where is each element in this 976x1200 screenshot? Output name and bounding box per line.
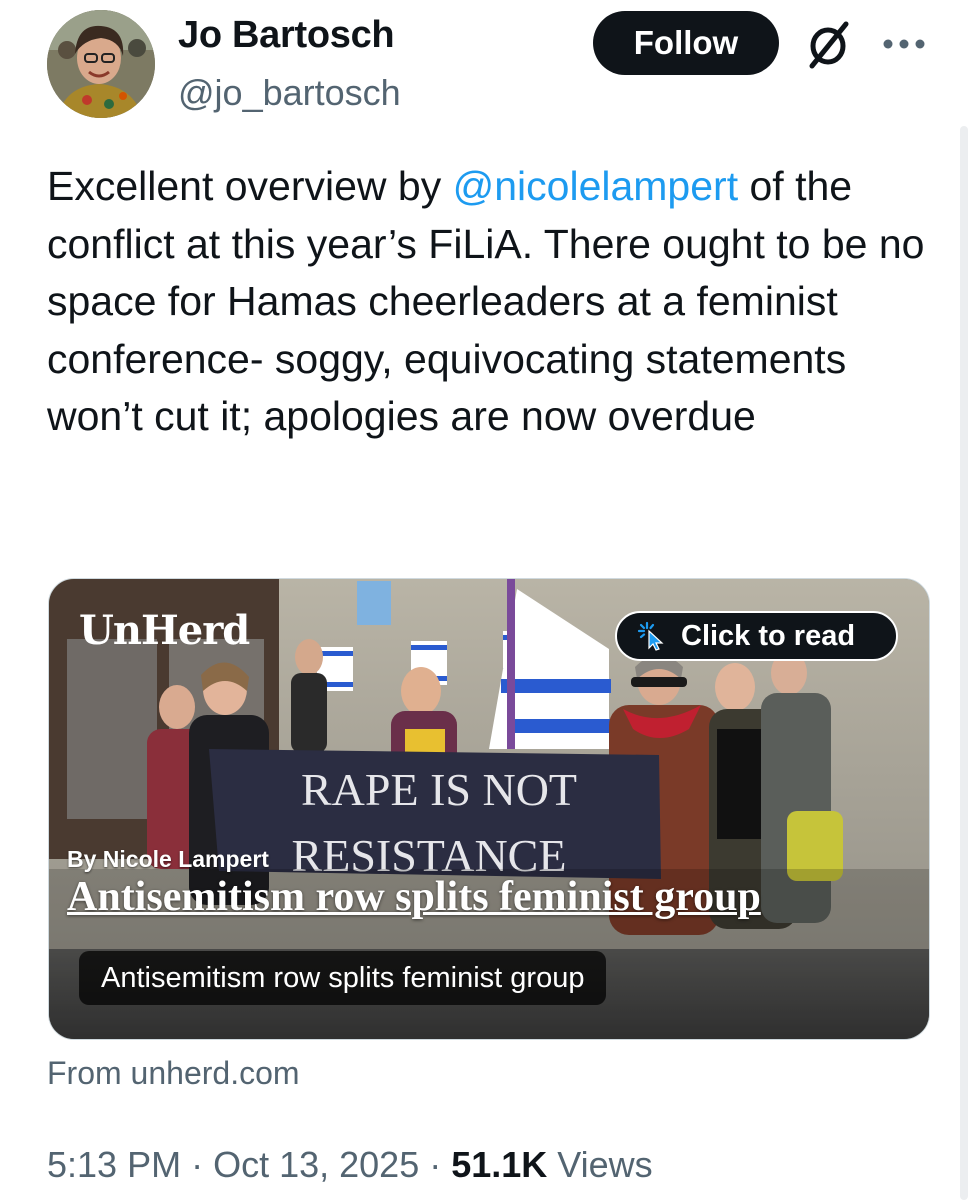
card-domain-link[interactable]: From unherd.com [47,1055,300,1092]
tweet-date[interactable]: Oct 13, 2025 [213,1144,419,1185]
tweet-text: Excellent overview by @nicolelampert of … [47,158,947,446]
tweet-meta: 5:13 PM · Oct 13, 2025 · 51.1K Views [47,1144,653,1186]
link-card[interactable]: RAPE IS NOT RESISTANCE UnHerd Click to r… [48,578,930,1040]
views-count[interactable]: 51.1K [451,1144,547,1185]
grok-icon[interactable] [804,20,856,70]
more-horizontal-icon[interactable] [880,24,928,64]
mention-link[interactable]: @nicolelampert [453,163,738,209]
user-handle[interactable]: @jo_bartosch [178,72,401,114]
meta-separator: · [181,1144,214,1185]
scrollbar[interactable] [960,126,968,1200]
avatar-photo [47,10,155,118]
views-label: Views [547,1144,653,1185]
follow-button[interactable]: Follow [593,11,779,75]
tweet-text-before: Excellent overview by [47,163,453,209]
avatar[interactable] [47,10,155,118]
tweet-time[interactable]: 5:13 PM [47,1144,181,1185]
article-headline: Antisemitism row splits feminist group [67,874,761,920]
card-title: Antisemitism row splits feminist group [79,951,607,1005]
headline-clip: Antisemitism row splits feminist group [49,579,849,954]
display-name[interactable]: Jo Bartosch [178,14,395,57]
meta-separator-2: · [419,1144,452,1185]
